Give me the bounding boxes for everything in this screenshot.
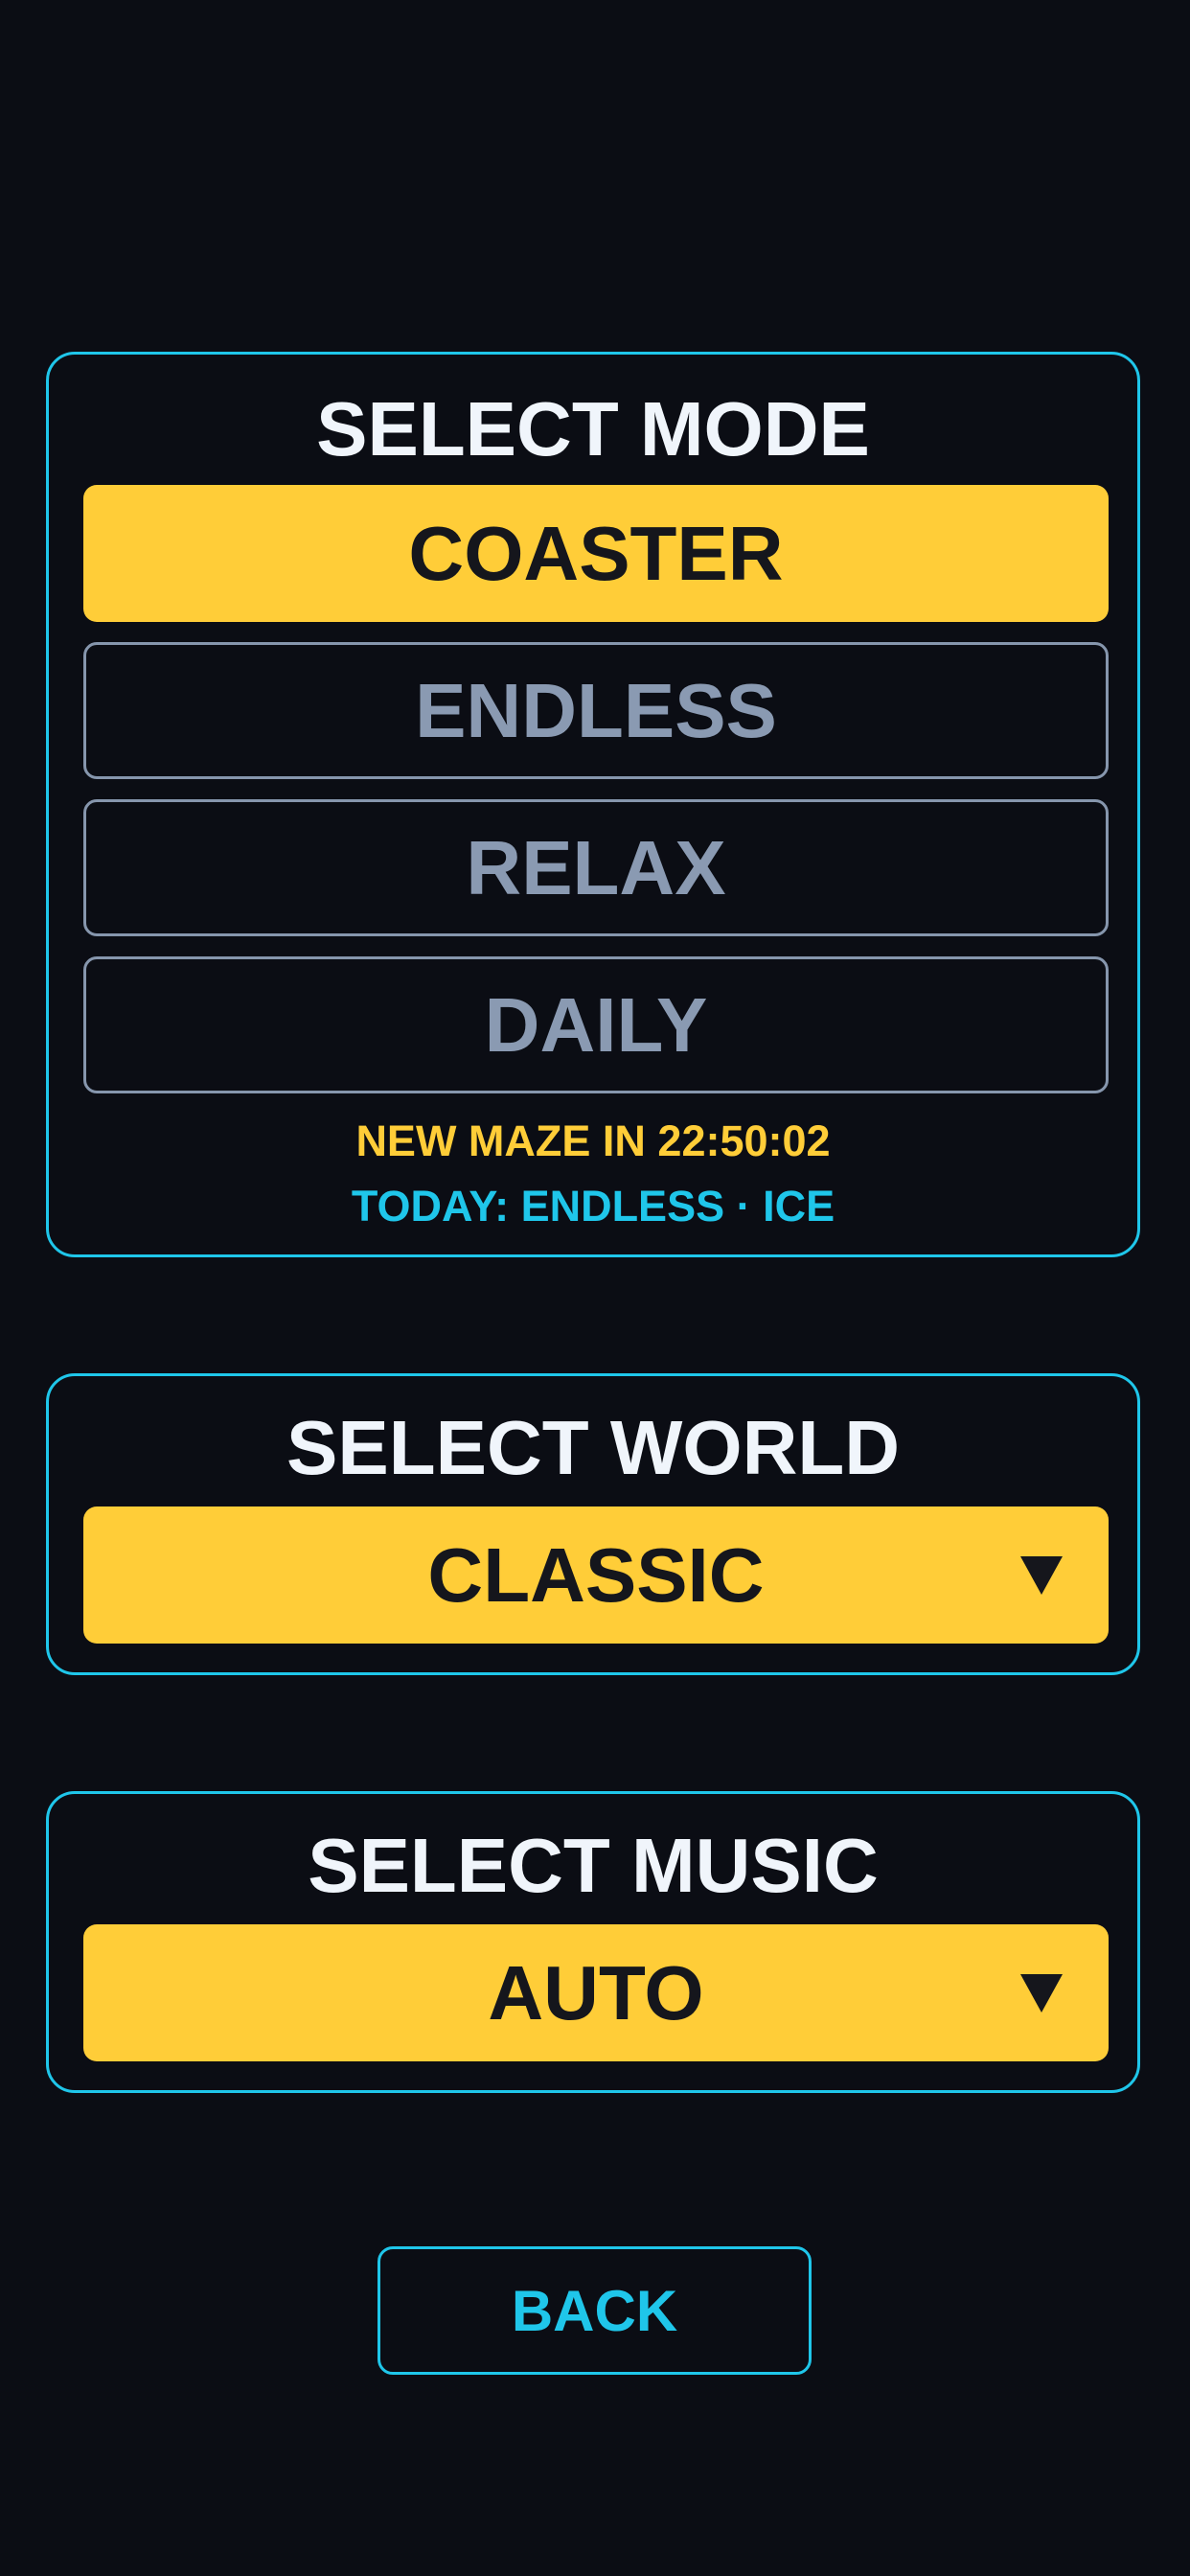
music-selected-value: AUTO: [488, 1949, 704, 2036]
mode-option-daily[interactable]: DAILY: [83, 956, 1109, 1093]
mode-option-endless[interactable]: ENDLESS: [83, 642, 1109, 779]
music-dropdown[interactable]: AUTO: [83, 1924, 1109, 2061]
mode-title: SELECT MODE: [316, 386, 870, 472]
daily-today-info: TODAY: ENDLESS · ICE: [351, 1182, 835, 1230]
world-title: SELECT WORLD: [286, 1405, 900, 1490]
daily-countdown: NEW MAZE IN 22:50:02: [355, 1116, 831, 1165]
triangle-down-icon: [1020, 1973, 1063, 2012]
world-selected-value: CLASSIC: [427, 1531, 765, 1618]
mode-option-coaster[interactable]: COASTER: [83, 485, 1109, 622]
mode-option-relax[interactable]: RELAX: [83, 799, 1109, 936]
back-button[interactable]: BACK: [378, 2246, 812, 2375]
music-title: SELECT MUSIC: [308, 1823, 879, 1908]
music-panel: SELECT MUSIC AUTO: [46, 1791, 1140, 2093]
triangle-down-icon: [1020, 1555, 1063, 1595]
mode-panel: SELECT MODE COASTER ENDLESS RELAX DAILY …: [46, 352, 1140, 1257]
world-dropdown[interactable]: CLASSIC: [83, 1506, 1109, 1644]
world-panel: SELECT WORLD CLASSIC: [46, 1373, 1140, 1675]
